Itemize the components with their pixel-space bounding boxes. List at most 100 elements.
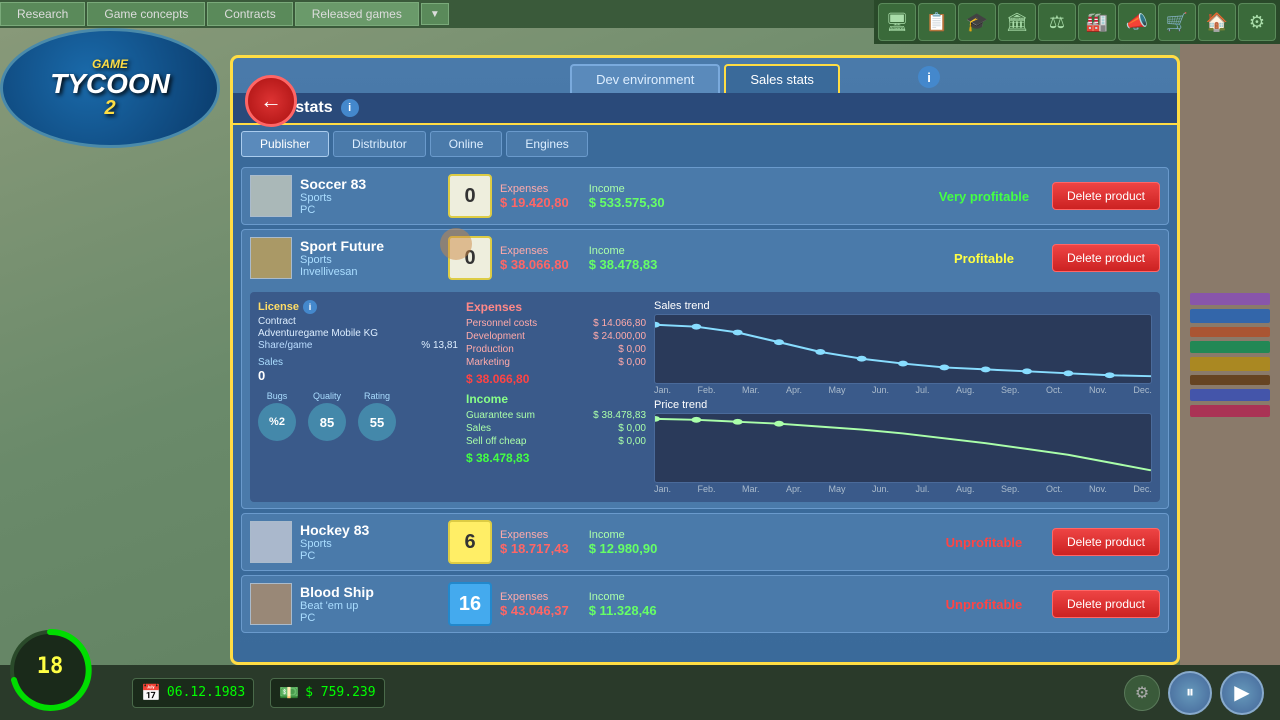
expanded-detail-sportfuture: License i Contract Adventuregame Mobile … (250, 292, 1160, 502)
scale-icon[interactable]: ⚖ (1038, 3, 1076, 41)
sub-tab-distributor[interactable]: Distributor (333, 131, 426, 157)
svg-text:18: 18 (37, 654, 64, 679)
home-icon[interactable]: 🏠 (1198, 3, 1236, 41)
tab-dev-environment[interactable]: Dev environment (570, 64, 720, 93)
nav-tab-released-games[interactable]: Released games (295, 2, 419, 26)
megaphone-icon[interactable]: 📣 (1118, 3, 1156, 41)
product-name-sportfuture: Sport Future (300, 238, 440, 254)
product-platform-bloodship: PC (300, 612, 440, 624)
pause-button[interactable]: ⏸ (1168, 671, 1212, 715)
price-trend-chart (654, 413, 1152, 483)
product-thumb-soccer83 (250, 175, 292, 217)
quality-stat: Quality 85 (308, 391, 346, 443)
exp-row-personnel: Personnel costs $ 14.066,80 (466, 318, 646, 329)
product-name-soccer83: Soccer 83 (300, 176, 440, 192)
expenses-label-bloodship: Expenses (500, 591, 569, 603)
income-label-soccer83: Income (589, 183, 665, 195)
cart-icon[interactable]: 🛒 (1158, 3, 1196, 41)
detail-finances: Expenses Personnel costs $ 14.066,80 Dev… (466, 300, 646, 494)
next-button[interactable]: ▶ (1220, 671, 1264, 715)
income-value-hockey83: $ 12.980,90 (589, 541, 658, 556)
bank-icon[interactable]: 🏛 (998, 3, 1036, 41)
detail-chart: Sales trend (654, 300, 1152, 494)
product-platform-hockey83: PC (300, 550, 440, 562)
bookshelf-decoration (1180, 44, 1280, 665)
logo-area: GAME TYCOON 2 (0, 28, 230, 158)
factory-icon[interactable]: 🏭 (1078, 3, 1116, 41)
expenses-total: $ 38.066,80 (466, 372, 646, 386)
nav-tab-research[interactable]: Research (0, 2, 85, 26)
gear-button[interactable]: ⚙ (1124, 675, 1160, 711)
product-finances-sportfuture: Expenses $ 38.066,80 Income $ 38.478,83 (500, 245, 916, 272)
system-settings-icon[interactable]: ⚙ (1238, 3, 1276, 41)
detail-stats: Bugs % 2 Quality 85 Rating 55 (258, 391, 458, 443)
product-count-soccer83: 0 (448, 174, 492, 218)
exp-row-development: Development $ 24.000,00 (466, 331, 646, 342)
date-display: 06.12.1983 (167, 685, 245, 700)
product-genre-sportfuture: Sports (300, 254, 440, 266)
sub-tab-publisher[interactable]: Publisher (241, 131, 329, 157)
detail-license: License i Contract Adventuregame Mobile … (258, 300, 458, 494)
product-finances-soccer83: Expenses $ 19.420,80 Income $ 533.575,30 (500, 183, 916, 210)
monitor-icon[interactable]: 🖥 (878, 3, 916, 41)
bottom-bar: 18 📅 06.12.1983 💵 $ 759.239 ⚙ ⏸ ▶ (0, 665, 1280, 720)
product-platform-soccer83: PC (300, 204, 440, 216)
delete-button-bloodship[interactable]: Delete product (1052, 590, 1160, 618)
inc-row-selloff: Sell off cheap $ 0,00 (466, 436, 646, 447)
expenses-block: Expenses Personnel costs $ 14.066,80 Dev… (466, 300, 646, 386)
nav-tab-contracts[interactable]: Contracts (207, 2, 292, 26)
exp-row-marketing: Marketing $ 0,00 (466, 357, 646, 368)
delete-button-hockey83[interactable]: Delete product (1052, 528, 1160, 556)
nav-tab-game-concepts[interactable]: Game concepts (87, 2, 205, 26)
profit-status-soccer83: Very profitable (924, 189, 1044, 204)
income-value-sportfuture: $ 38.478,83 (589, 257, 658, 272)
sales-value: 0 (258, 368, 458, 383)
expenses-label-sportfuture: Expenses (500, 245, 569, 257)
product-platform-sportfuture: Invellivesan (300, 266, 440, 278)
nav-dropdown[interactable]: ▼ (421, 3, 449, 25)
graduation-icon[interactable]: 🎓 (958, 3, 996, 41)
sales-trend-chart (654, 314, 1152, 384)
income-label-sportfuture: Income (589, 245, 658, 257)
main-panel: Dev environment Sales stats Sales stats … (230, 55, 1180, 665)
progress-arc: 18 (5, 625, 95, 715)
back-button[interactable]: ← (245, 75, 297, 127)
document-icon[interactable]: 📋 (918, 3, 956, 41)
top-right-icons: 🖥 📋 🎓 🏛 ⚖ 🏭 📣 🛒 🏠 ⚙ (874, 0, 1280, 44)
tooltip-info-icon[interactable]: i (918, 66, 940, 88)
product-row-hockey83: Hockey 83 Sports PC 6 Expenses $ 18.717,… (241, 513, 1169, 571)
sub-tab-engines[interactable]: Engines (506, 131, 587, 157)
inc-row-sales: Sales $ 0,00 (466, 423, 646, 434)
product-genre-soccer83: Sports (300, 192, 440, 204)
delete-button-sportfuture[interactable]: Delete product (1052, 244, 1160, 272)
product-info-sportfuture: Sport Future Sports Invellivesan (300, 238, 440, 278)
product-finances-hockey83: Expenses $ 18.717,43 Income $ 12.980,90 (500, 529, 916, 556)
bottom-controls: ⚙ ⏸ ▶ (1124, 671, 1264, 715)
product-thumb-bloodship (250, 583, 292, 625)
panel-tabs: Dev environment Sales stats (233, 58, 1177, 93)
delete-button-soccer83[interactable]: Delete product (1052, 182, 1160, 210)
expenses-value-hockey83: $ 18.717,43 (500, 541, 569, 556)
expenses-label-soccer83: Expenses (500, 183, 569, 195)
license-title: License i (258, 300, 458, 314)
product-genre-hockey83: Sports (300, 538, 440, 550)
price-chart-labels: Jan.Feb.Mar.Apr.MayJun. Jul.Aug.Sep.Oct.… (654, 484, 1152, 494)
income-block: Income Guarantee sum $ 38.478,83 Sales $… (466, 392, 646, 465)
share-row: Share/game % 13,81 (258, 340, 458, 351)
product-count-hockey83: 6 (448, 520, 492, 564)
money-value: $ 759.239 (305, 685, 375, 700)
tab-sales-stats[interactable]: Sales stats (724, 64, 840, 93)
sub-tab-online[interactable]: Online (430, 131, 503, 157)
sales-label: Sales (258, 357, 458, 368)
logo-text: GAME TYCOON 2 (50, 58, 170, 118)
product-info-hockey83: Hockey 83 Sports PC (300, 522, 440, 562)
contract-row: Contract (258, 316, 458, 327)
license-info-icon[interactable]: i (303, 300, 317, 314)
exp-row-production: Production $ 0,00 (466, 344, 646, 355)
product-genre-bloodship: Beat 'em up (300, 600, 440, 612)
expenses-label-hockey83: Expenses (500, 529, 569, 541)
panel-info-icon[interactable]: i (341, 99, 359, 117)
profit-status-sportfuture: Profitable (924, 251, 1044, 266)
income-total: $ 38.478,83 (466, 451, 646, 465)
product-info-soccer83: Soccer 83 Sports PC (300, 176, 440, 216)
